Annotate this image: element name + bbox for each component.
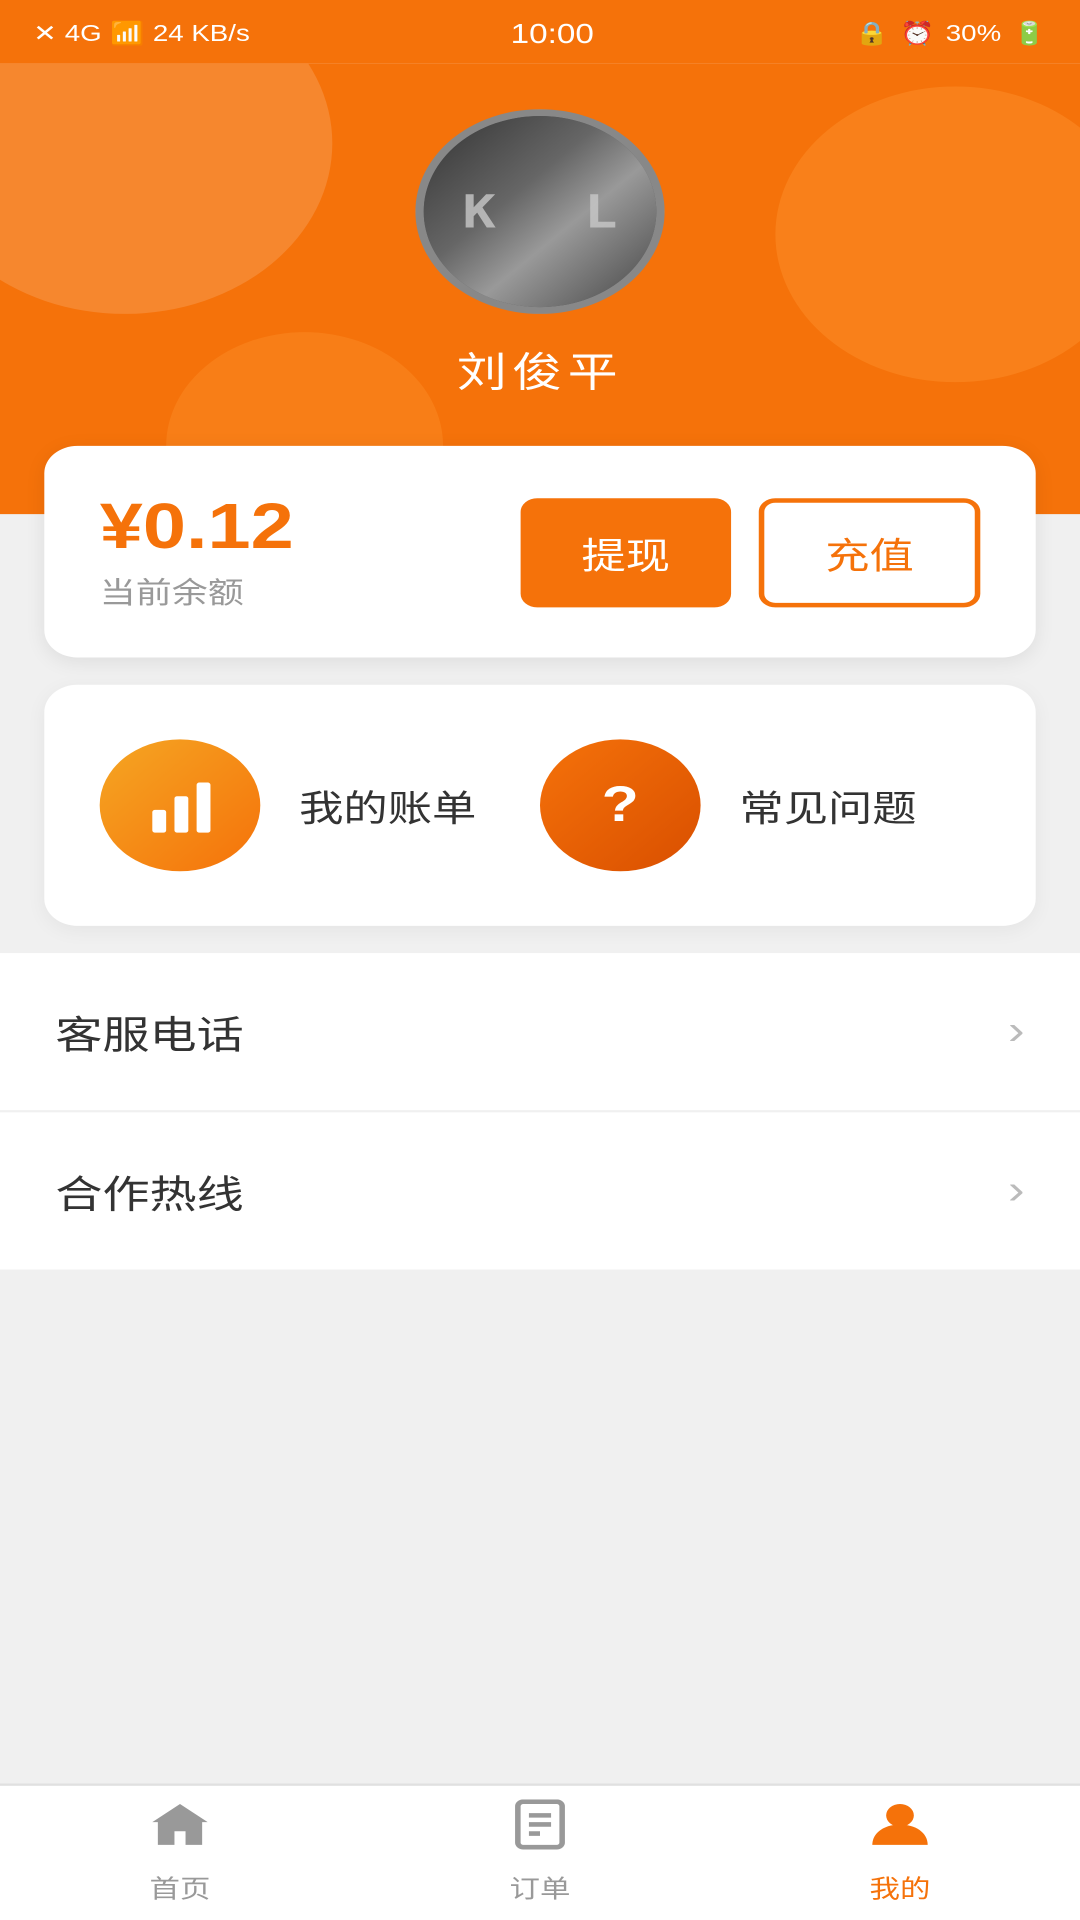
- quick-menu-faq[interactable]: ? 常见问题: [540, 739, 980, 871]
- withdraw-button[interactable]: 提现: [521, 497, 732, 606]
- customer-service-item[interactable]: 客服电话 ›: [0, 953, 1080, 1112]
- balance-value: 0.12: [143, 491, 294, 562]
- battery-percent: 30%: [946, 22, 1001, 47]
- network-type: 4G: [65, 22, 102, 47]
- bill-label: 我的账单: [299, 778, 476, 833]
- status-time: 10:00: [511, 18, 594, 50]
- chevron-right-icon: ›: [1008, 1008, 1025, 1056]
- alarm-icon: ⏰: [900, 22, 934, 47]
- bar-1: [151, 810, 165, 833]
- profile-nav-icon: [870, 1799, 931, 1863]
- signal-icon: ✕: [33, 22, 56, 47]
- customer-service-label: 客服电话: [55, 1003, 243, 1060]
- bill-icon-circle: [100, 739, 261, 871]
- bar-3: [195, 783, 209, 833]
- balance-card: ¥0.12 当前余额 提现 充值: [44, 446, 1035, 658]
- list-section: 客服电话 › 合作热线 ›: [0, 953, 1080, 1269]
- avatar[interactable]: [415, 109, 664, 314]
- balance-buttons: 提现 充值: [521, 497, 981, 606]
- bar-2: [173, 796, 187, 832]
- nav-profile-label: 我的: [870, 1870, 931, 1906]
- question-icon: ?: [602, 776, 639, 835]
- currency-symbol: ¥: [100, 491, 143, 562]
- partner-hotline-label: 合作热线: [55, 1162, 243, 1219]
- status-right: 🔒 ⏰ 30% 🔋: [855, 22, 1047, 47]
- lock-icon: 🔒: [855, 22, 889, 47]
- faq-icon-circle: ?: [540, 739, 701, 871]
- partner-hotline-item[interactable]: 合作热线 ›: [0, 1112, 1080, 1269]
- faq-label: 常见问题: [739, 778, 916, 833]
- balance-amount: ¥0.12: [100, 491, 294, 564]
- avatar-image: [424, 116, 657, 307]
- quick-menu-card: 我的账单 ? 常见问题: [44, 685, 1035, 926]
- bottom-nav: 首页 订单 我的: [0, 1784, 1080, 1920]
- order-icon: [512, 1799, 567, 1863]
- nav-order[interactable]: 订单: [360, 1786, 720, 1920]
- status-left: ✕ 4G 📶 24 KB/s: [33, 22, 250, 47]
- speed-indicator: 24 KB/s: [153, 22, 250, 47]
- recharge-button[interactable]: 充值: [759, 497, 981, 606]
- user-name: 刘俊平: [457, 341, 623, 400]
- signal-bars: 📶: [110, 22, 144, 47]
- balance-label: 当前余额: [100, 569, 294, 612]
- nav-home[interactable]: 首页: [0, 1786, 360, 1920]
- bar-chart-icon: [151, 778, 209, 833]
- quick-menu-bill[interactable]: 我的账单: [100, 739, 540, 871]
- nav-profile[interactable]: 我的: [720, 1786, 1080, 1920]
- home-icon: [147, 1799, 213, 1863]
- status-bar: ✕ 4G 📶 24 KB/s 10:00 🔒 ⏰ 30% 🔋: [0, 0, 1080, 64]
- nav-home-label: 首页: [150, 1870, 211, 1906]
- battery-icon: 🔋: [1012, 22, 1046, 47]
- chevron-right-icon-2: ›: [1008, 1167, 1025, 1215]
- balance-info: ¥0.12 当前余额: [100, 491, 294, 612]
- nav-order-label: 订单: [510, 1870, 571, 1906]
